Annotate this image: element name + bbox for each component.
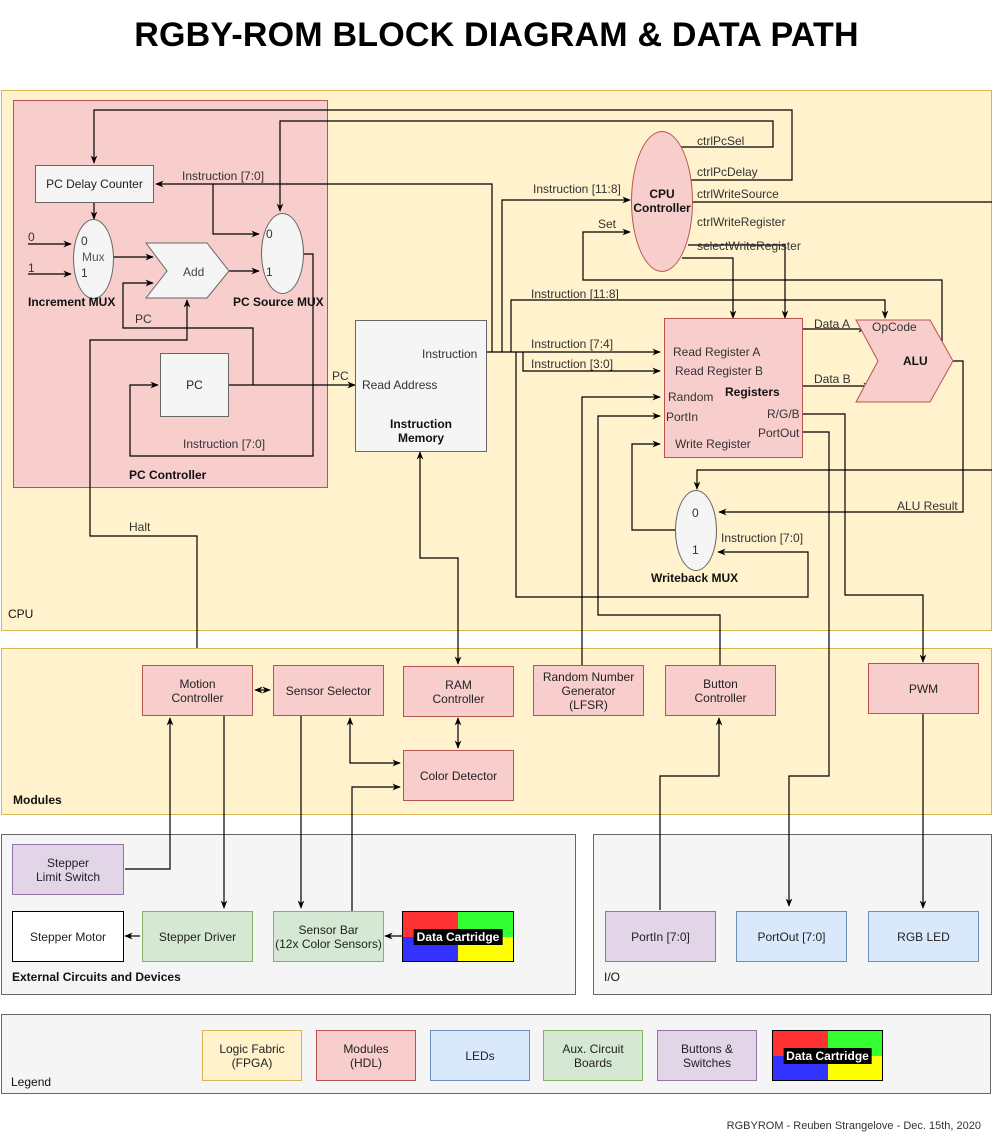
stepper-motor: Stepper Motor: [12, 911, 124, 962]
wire-label-instr-7-4: Instruction [7:4]: [531, 337, 614, 351]
pc-src-in0: 0: [266, 227, 273, 241]
read-register-b-port: Read Register B: [675, 364, 764, 378]
ctrl-write-register-label: ctrlWriteRegister: [697, 215, 786, 229]
footer-credit: RGBYROM - Reuben Strangelove - Dec. 15th…: [726, 1120, 981, 1132]
ctrl-pc-sel-label: ctrlPcSel: [697, 134, 745, 148]
data-cartridge-label: Data Cartridge: [413, 928, 503, 945]
pc-source-mux: [261, 213, 304, 294]
wb-mux-in1: 1: [692, 543, 699, 557]
registers-title: Registers: [725, 385, 780, 399]
sensor-selector: Sensor Selector: [273, 665, 384, 716]
legend-data-cartridge: Data Cartridge: [772, 1030, 883, 1081]
legend-modules: Modules (HDL): [316, 1030, 416, 1081]
wire-label-halt: Halt: [129, 520, 151, 534]
data-cartridge: Data Cartridge: [402, 911, 514, 962]
sensor-bar: Sensor Bar (12x Color Sensors): [273, 911, 384, 962]
wire-label-instruction: Instruction [7:0]: [182, 169, 265, 183]
stepper-driver: Stepper Driver: [142, 911, 253, 962]
imem-instruction-port: Instruction: [422, 347, 478, 361]
read-register-a-port: Read Register A: [673, 345, 761, 359]
alu-result-label: ALU Result: [897, 499, 958, 513]
pc-src-in1: 1: [266, 265, 273, 279]
motion-controller: Motion Controller: [142, 665, 253, 716]
wire-label-set: Set: [598, 217, 617, 231]
pc-register: PC: [160, 353, 229, 417]
inc-mux-label: Mux: [82, 250, 105, 264]
wb-mux-in0: 0: [692, 506, 699, 520]
button-controller: Button Controller: [665, 665, 776, 716]
color-detector: Color Detector: [403, 750, 514, 801]
ctrl-pc-delay-label: ctrlPcDelay: [697, 165, 758, 179]
external-region-label: External Circuits and Devices: [12, 970, 181, 984]
ram-controller: RAM Controller: [403, 666, 514, 717]
portin-port: PortIn: [666, 410, 699, 424]
legend-logic-fabric: Logic Fabric (FPGA): [202, 1030, 302, 1081]
const-one: 1: [28, 261, 35, 275]
legend-aux-boards: Aux. Circuit Boards: [543, 1030, 643, 1081]
data-b-label: Data B: [814, 372, 851, 386]
ctrl-write-source-label: ctrlWriteSource: [697, 187, 779, 201]
cpu-region-label: CPU: [8, 607, 34, 621]
legend-buttons-switches: Buttons & Switches: [657, 1030, 757, 1081]
inc-mux-in0-label: 0: [81, 234, 88, 248]
page-title: RGBY-ROM BLOCK DIAGRAM & DATA PATH: [134, 16, 859, 54]
portout-device: PortOut [7:0]: [736, 911, 847, 962]
pc-controller-label: PC Controller: [129, 468, 207, 482]
legend-data-cartridge-label: Data Cartridge: [783, 1047, 872, 1064]
stepper-limit-switch: Stepper Limit Switch: [12, 844, 124, 895]
alu-opcode-port: OpCode: [872, 320, 917, 334]
wire-label-pc-imem: PC: [332, 369, 349, 383]
legend-leds: LEDs: [430, 1030, 530, 1081]
legend-label: Legend: [11, 1075, 52, 1089]
pwm: PWM: [868, 663, 979, 714]
wire-label-instr-3-0: Instruction [3:0]: [531, 357, 614, 371]
pc-delay-counter: PC Delay Counter: [35, 165, 154, 203]
portin-device: PortIn [7:0]: [605, 911, 716, 962]
modules-region-label: Modules: [13, 793, 62, 807]
wire-label-opcode: Instruction [11:8]: [531, 287, 619, 301]
portout-output-port: PortOut: [758, 426, 800, 440]
imem-read-address-port: Read Address: [362, 378, 438, 392]
inc-mux-in1-label: 1: [81, 266, 88, 280]
increment-mux-label: Increment MUX: [28, 295, 116, 309]
write-register-port: Write Register: [675, 437, 751, 451]
pc-source-mux-label: PC Source MUX: [233, 295, 324, 309]
io-region-label: I/O: [604, 970, 621, 984]
random-number-generator: Random Number Generator (LFSR): [533, 665, 644, 716]
rgb-led: RGB LED: [868, 911, 979, 962]
alu-label: ALU: [903, 354, 928, 368]
select-write-register-label: selectWriteRegister: [697, 239, 801, 253]
wire-label-instr-wb: Instruction [7:0]: [721, 531, 804, 545]
wire-label-instruction-bottom: Instruction [7:0]: [183, 437, 266, 451]
writeback-mux: [675, 490, 717, 571]
imem-title: Instruction Memory: [390, 417, 452, 445]
wire-label-instr-11-8: Instruction [11:8]: [533, 182, 621, 196]
rgb-output-port: R/G/B: [767, 407, 800, 421]
data-a-label: Data A: [814, 317, 851, 331]
random-port: Random: [668, 390, 714, 404]
pc-controller-region: [13, 100, 328, 488]
wire-label-pc: PC: [135, 312, 152, 326]
const-zero: 0: [28, 230, 35, 244]
cpu-controller-label: CPU Controller: [633, 187, 691, 215]
writeback-mux-label: Writeback MUX: [651, 571, 739, 585]
adder-label: Add: [183, 265, 205, 279]
